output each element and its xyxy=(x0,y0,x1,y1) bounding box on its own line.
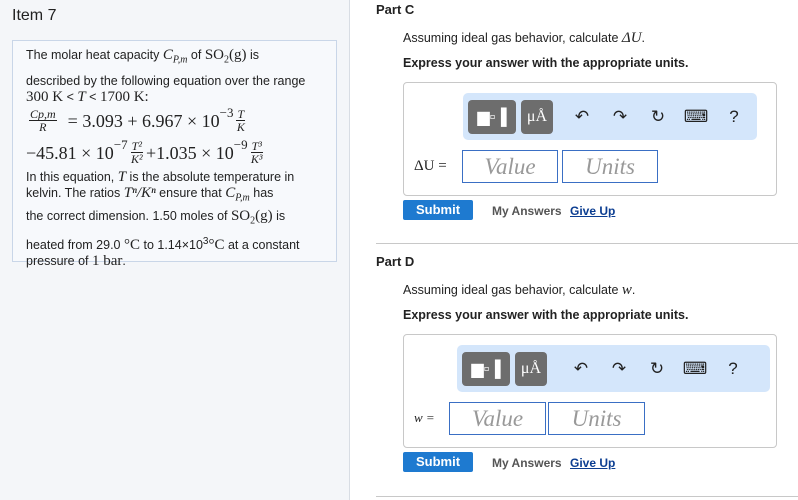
math: +1.035 × 10 xyxy=(145,142,234,163)
divider xyxy=(376,243,798,244)
math: 1 bar xyxy=(92,252,123,269)
math-toolbar: ▆▫▐ μÅ ↶ ↷ ↻ ⌨ ? xyxy=(463,93,757,140)
denominator: K xyxy=(236,120,245,134)
text: . xyxy=(631,283,636,297)
text: is xyxy=(246,48,259,62)
my-answers-link[interactable]: My Answers xyxy=(492,204,562,218)
text: has xyxy=(249,185,274,200)
units-input[interactable]: Units xyxy=(548,402,645,435)
give-up-link[interactable]: Give Up xyxy=(570,456,615,470)
math-sub: P,m xyxy=(235,192,250,203)
text: is xyxy=(272,209,286,223)
submit-button[interactable]: Submit xyxy=(403,200,473,220)
undo-icon[interactable]: ↶ xyxy=(563,107,601,127)
exponent: −9 xyxy=(233,136,248,152)
part-c-prompt: Assuming ideal gas behavior, calculate Δ… xyxy=(403,30,645,47)
keyboard-icon[interactable]: ⌨ xyxy=(676,359,714,379)
text: Assuming ideal gas behavior, calculate xyxy=(403,31,622,45)
math: = 3.093 + 6.967 × 10 xyxy=(67,110,220,131)
math: 1700 K: xyxy=(99,88,149,105)
denominator: K² xyxy=(130,152,143,166)
text: < xyxy=(85,89,100,104)
part-d-title: Part D xyxy=(376,254,415,269)
math: w xyxy=(621,282,632,298)
exponent: −3 xyxy=(219,104,234,120)
math: 300 K xyxy=(26,88,64,105)
part-d-instructions: Express your answer with the appropriate… xyxy=(403,308,689,322)
math: Tⁿ/Kⁿ xyxy=(123,184,156,201)
math: T xyxy=(77,88,86,105)
text: described by the following equation over… xyxy=(26,73,306,88)
reset-icon[interactable]: ↻ xyxy=(638,359,676,379)
denominator: K³ xyxy=(250,152,263,166)
value-input[interactable]: Value xyxy=(449,402,546,435)
help-button[interactable]: ? xyxy=(715,107,753,127)
redo-icon[interactable]: ↷ xyxy=(601,107,639,127)
text: kelvin. The ratios xyxy=(26,185,124,200)
math: °C xyxy=(208,236,225,253)
part-c-instructions: Express your answer with the appropriate… xyxy=(403,56,689,70)
math: −45.81 × 10 xyxy=(26,142,114,163)
w-label: w = xyxy=(414,410,435,425)
text: The molar heat capacity xyxy=(26,48,163,62)
exponent: −7 xyxy=(113,136,128,152)
math: (g) xyxy=(255,208,273,224)
text: pressure of xyxy=(26,253,93,268)
text: < xyxy=(63,89,78,104)
value-input[interactable]: Value xyxy=(462,150,558,183)
math: T xyxy=(117,168,127,185)
part-d-answer-box: ▆▫▐ μÅ ↶ ↷ ↻ ⌨ ? w = Value Units xyxy=(403,334,777,448)
text: ensure that xyxy=(155,185,226,200)
text: heated from 29.0 xyxy=(26,237,124,252)
delta-u-label: ΔU = xyxy=(414,158,447,174)
text: Assuming ideal gas behavior, calculate xyxy=(403,283,622,297)
math-toolbar: ▆▫▐ μÅ ↶ ↷ ↻ ⌨ ? xyxy=(457,345,770,392)
math: °C xyxy=(123,236,140,253)
part-c-title: Part C xyxy=(376,2,415,17)
text: In this equation, xyxy=(26,169,118,184)
fraction: TK xyxy=(236,108,246,134)
units-button[interactable]: μÅ xyxy=(521,99,553,134)
keyboard-icon[interactable]: ⌨ xyxy=(677,107,715,127)
units-button[interactable]: μÅ xyxy=(515,351,547,386)
text: . xyxy=(122,253,126,268)
item-title: Item 7 xyxy=(12,7,57,24)
part-c-answer-box: ▆▫▐ μÅ ↶ ↷ ↻ ⌨ ? ΔU = Value Units xyxy=(403,82,777,196)
math: SO xyxy=(230,208,251,224)
math-so2: SO xyxy=(204,47,224,63)
math-cpm: C xyxy=(162,47,173,63)
problem-statement: The molar heat capacity CP,m of SO2(g) i… xyxy=(12,40,337,269)
fraction: Cp,m R xyxy=(29,108,57,133)
math-sub: P,m xyxy=(172,54,188,66)
part-d-prompt: Assuming ideal gas behavior, calculate w… xyxy=(403,282,635,299)
fraction: T² K² xyxy=(130,140,143,166)
text: to 1.14×10 xyxy=(140,237,203,252)
text: the correct dimension. 1.50 moles of xyxy=(26,209,231,223)
give-up-link[interactable]: Give Up xyxy=(570,204,615,218)
math: C xyxy=(225,184,236,201)
math-g: (g) xyxy=(229,47,247,63)
templates-icon: ▆▫▐ xyxy=(471,360,501,378)
reset-icon[interactable]: ↻ xyxy=(639,107,677,127)
templates-button[interactable]: ▆▫▐ xyxy=(468,99,516,134)
denominator: R xyxy=(39,120,47,134)
help-button[interactable]: ? xyxy=(714,359,752,379)
text: at a constant xyxy=(224,237,300,252)
text: is the absolute temperature in xyxy=(126,169,295,184)
undo-icon[interactable]: ↶ xyxy=(562,359,600,379)
fraction: T³ K³ xyxy=(250,140,263,166)
my-answers-link[interactable]: My Answers xyxy=(492,456,562,470)
math: ΔU xyxy=(621,30,642,46)
templates-icon: ▆▫▐ xyxy=(477,108,507,126)
submit-button[interactable]: Submit xyxy=(403,452,473,472)
problem-panel: Item 7 The molar heat capacity CP,m of S… xyxy=(0,0,350,500)
redo-icon[interactable]: ↷ xyxy=(600,359,638,379)
equation-line-1: Cp,m R = 3.093 + 6.967 × 10 −3 TK xyxy=(26,105,336,137)
equation-line-2: −45.81 × 10 −7 T² K² +1.035 × 10 −9 T³ K³ xyxy=(26,137,336,169)
units-input[interactable]: Units xyxy=(562,150,658,183)
text: of xyxy=(187,48,205,62)
text: . xyxy=(641,31,646,45)
divider xyxy=(376,496,798,497)
templates-button[interactable]: ▆▫▐ xyxy=(462,351,510,386)
